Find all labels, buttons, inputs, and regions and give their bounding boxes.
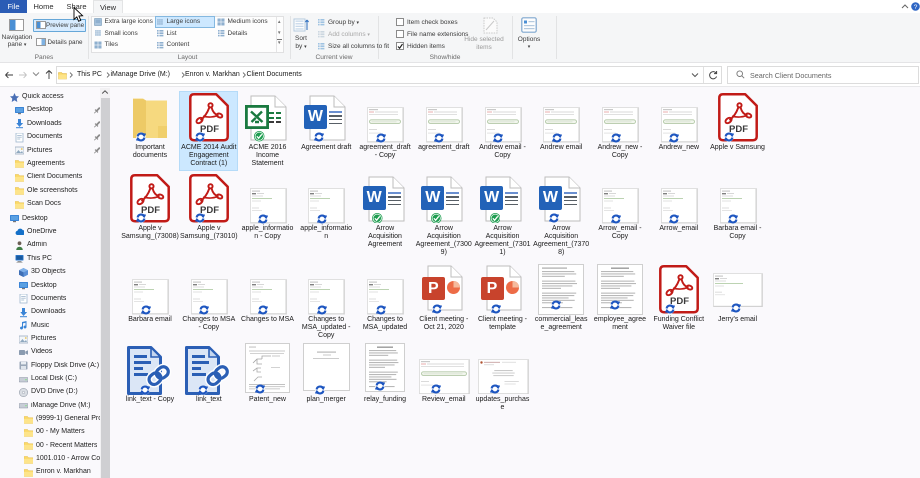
svg-text:?: ? (914, 4, 918, 11)
